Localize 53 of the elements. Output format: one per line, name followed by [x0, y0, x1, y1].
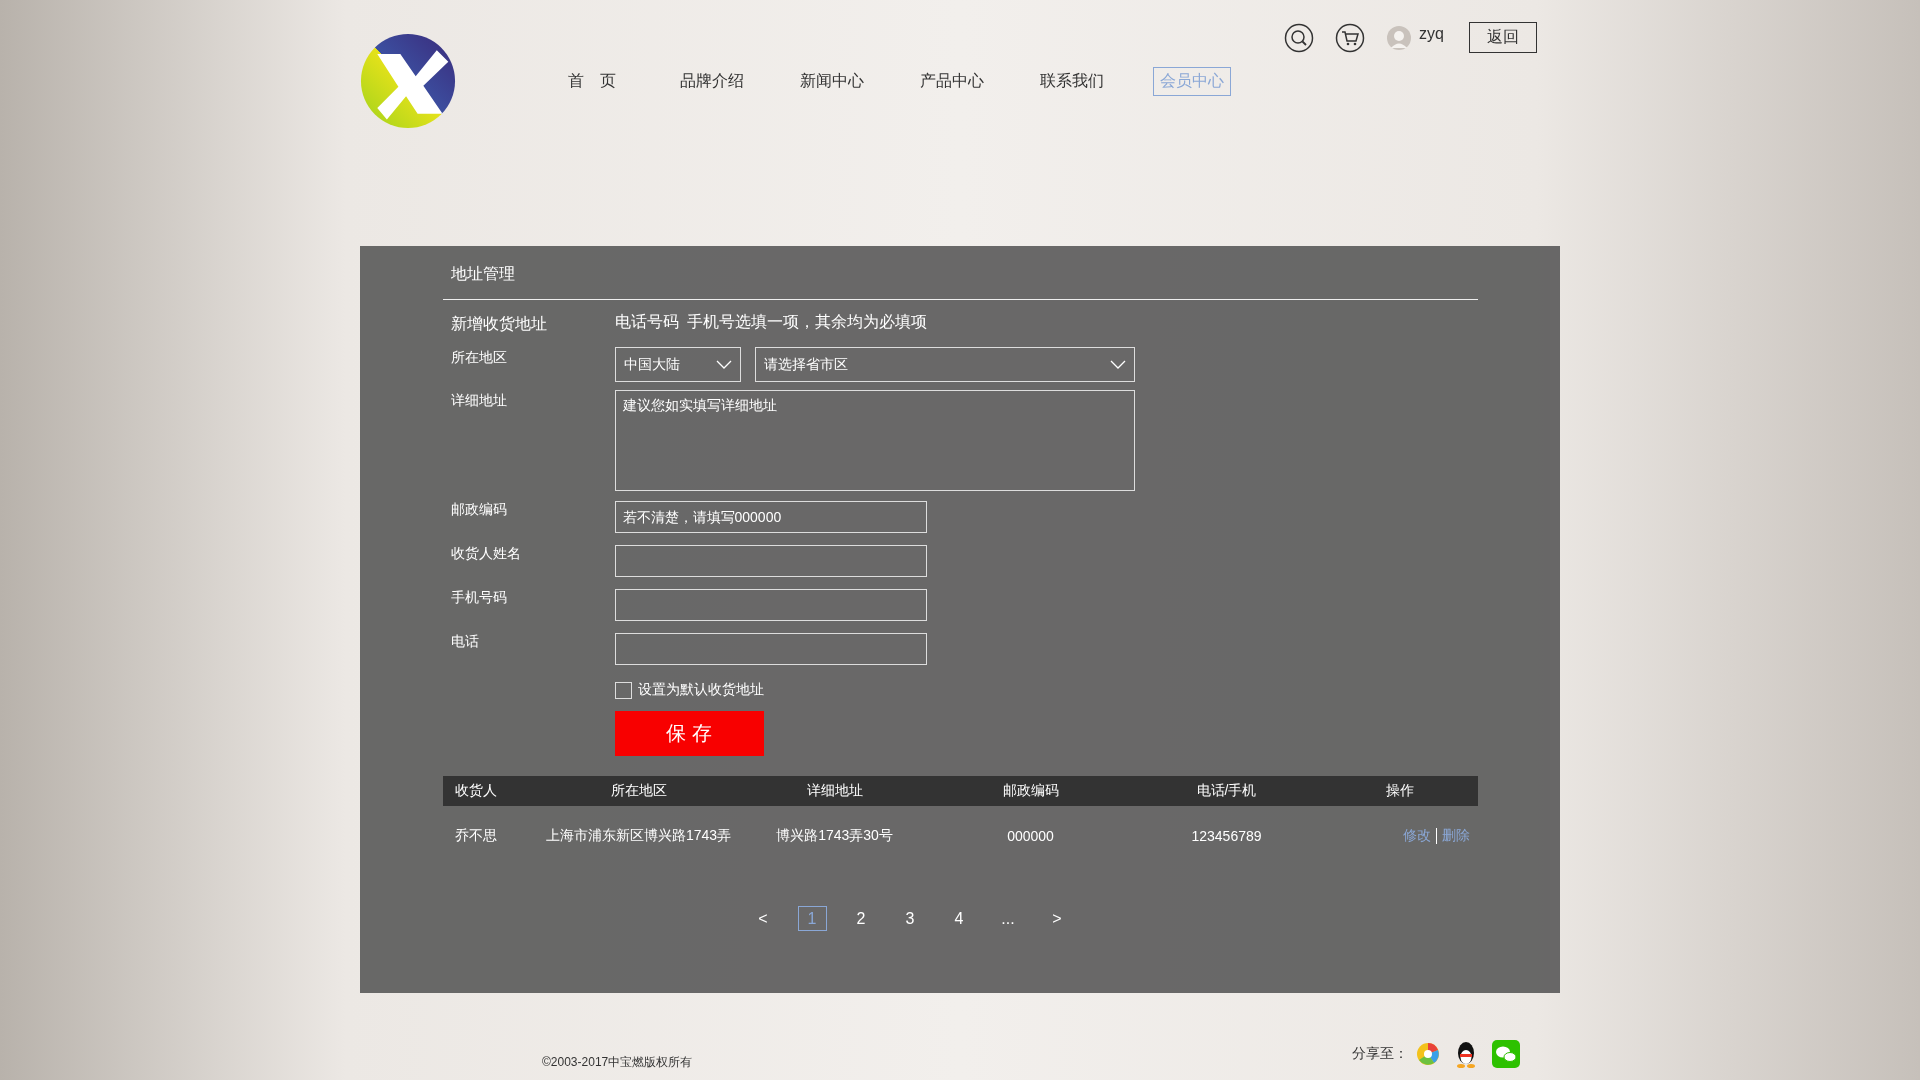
input-field[interactable]: 若不清楚，请填写000000 — [614, 501, 927, 533]
field-label: 手机号码 — [449, 588, 508, 607]
column-header: 邮政编码 — [1001, 782, 1060, 800]
table-cell-text: 000000 — [1006, 828, 1055, 844]
cart-icon[interactable] — [1335, 22, 1366, 53]
field-label: 收货人姓名 — [449, 544, 522, 563]
field-label: 所在地区 — [449, 348, 508, 367]
page-link[interactable]: ... — [993, 906, 1023, 931]
save-button[interactable]: 保 存 — [614, 711, 764, 756]
address-textarea[interactable]: 建议您如实填写详细地址 — [614, 390, 1135, 491]
column-header: 电话/手机 — [1195, 782, 1258, 800]
logo-icon[interactable] — [360, 33, 456, 129]
pinwheel-icon[interactable] — [1416, 1042, 1440, 1066]
nav-link[interactable]: 新闻中心 — [772, 67, 892, 96]
field-label: 邮政编码 — [449, 500, 508, 519]
page-link[interactable]: 4 — [944, 906, 974, 931]
table-cell-text: 上海市浦东新区博兴路1743弄 — [544, 827, 733, 845]
field-label: 详细地址 — [449, 391, 508, 410]
checkbox[interactable] — [614, 681, 632, 699]
penguin-icon[interactable] — [1454, 1040, 1478, 1068]
column-header: 所在地区 — [609, 782, 668, 800]
region-select[interactable]: 请选择省市区 — [754, 347, 1135, 382]
column-header: 详细地址 — [805, 782, 864, 800]
chevron-down-icon — [1109, 360, 1126, 369]
input-field[interactable] — [614, 545, 927, 577]
table-cell-text: 乔不思 — [453, 827, 498, 845]
panel-title: 地址管理 — [442, 264, 1478, 300]
table-cell-text: 博兴路1743弄30号 — [775, 827, 894, 845]
form-title: 新增收货地址 — [449, 314, 548, 334]
table-cell-text: 123456789 — [1190, 828, 1263, 844]
page-link[interactable]: < — [748, 906, 778, 931]
search-icon[interactable] — [1284, 22, 1315, 53]
share-label: 分享至： — [1352, 1045, 1408, 1063]
back-button[interactable]: 返回 — [1469, 22, 1537, 53]
page-link[interactable]: 3 — [895, 906, 925, 931]
copyright-text: ©2003-2017中宝燃版权所有 — [542, 1054, 693, 1071]
field-label: 电话 — [449, 632, 480, 651]
country-select[interactable]: 中国大陆 — [614, 347, 741, 382]
form-note: 电话号码 手机号选填一项，其余均为必填项 — [614, 312, 928, 332]
column-header: 收货人 — [453, 782, 498, 800]
nav-link[interactable]: 联系我们 — [1012, 67, 1132, 96]
input-field[interactable] — [614, 589, 927, 621]
page-link[interactable]: 2 — [846, 906, 876, 931]
chevron-down-icon — [715, 360, 732, 369]
nav-link[interactable]: 首 页 — [532, 67, 652, 96]
nav-link[interactable]: 品牌介绍 — [652, 67, 772, 96]
chat-bubbles-icon[interactable] — [1492, 1040, 1520, 1068]
input-field[interactable] — [614, 633, 927, 665]
checkbox-label[interactable]: 设置为默认收货地址 — [637, 681, 764, 699]
column-header: 操作 — [1385, 782, 1415, 800]
nav-link[interactable]: 产品中心 — [892, 67, 1012, 96]
page-link[interactable]: > — [1042, 906, 1072, 931]
username[interactable]: zyq — [1419, 24, 1444, 43]
